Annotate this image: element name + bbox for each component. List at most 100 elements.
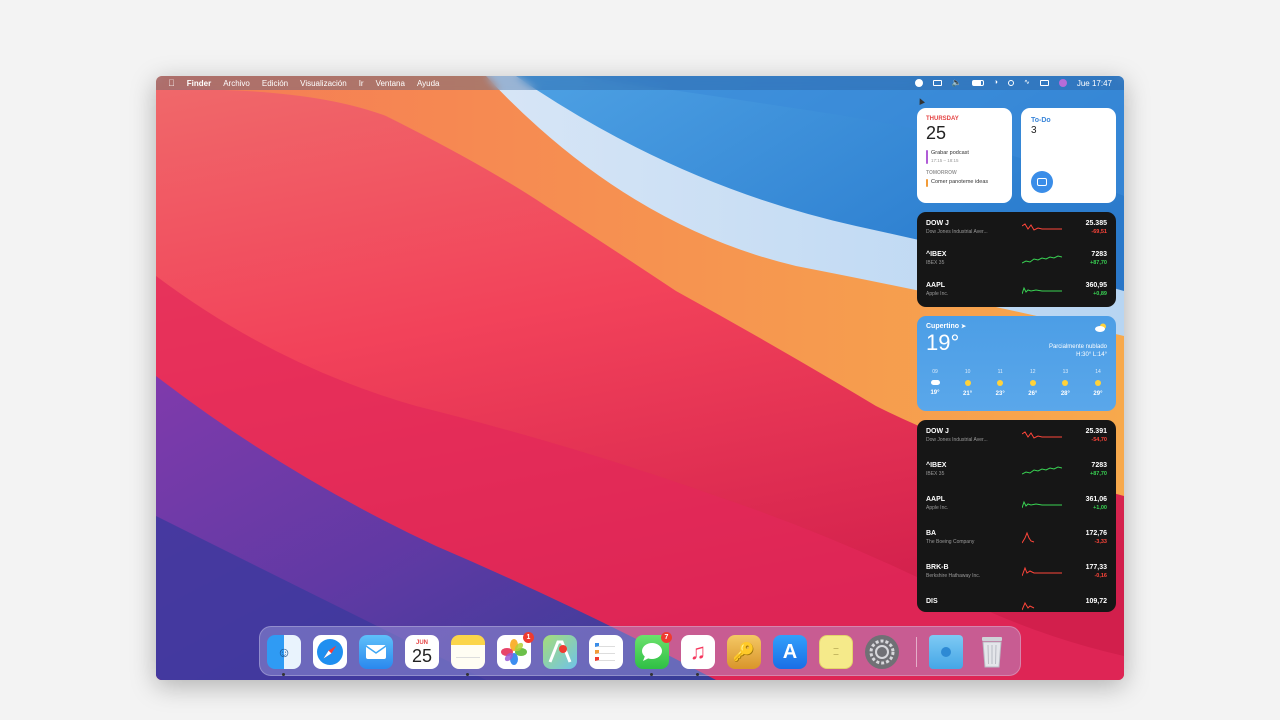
dock-system-preferences[interactable] [865, 635, 899, 669]
stock-sparkline [1022, 223, 1062, 231]
stock-change: -54,70 [1091, 437, 1107, 443]
stock-sparkline [1022, 566, 1062, 577]
stock-price: 7283 [1091, 251, 1107, 258]
calendar-event[interactable]: Grabar podcast 17:15 – 18:15 [926, 150, 1003, 164]
stock-symbol: BA [926, 530, 937, 537]
menu-bar:  Finder Archivo Edición Visualización I… [156, 76, 1124, 90]
dock-stickies[interactable]: — — [819, 635, 853, 669]
stocks-widget-large[interactable]: DOW J Dow Jones Industrial Aver... 25.39… [917, 420, 1116, 612]
todo-widget-count: 3 [1031, 125, 1037, 136]
stock-change: +87,70 [1090, 260, 1107, 266]
menu-visualizacion[interactable]: Visualización [300, 79, 347, 88]
siri-icon[interactable]: ∿ [1024, 79, 1030, 87]
calendar-widget-day: THURSDAY [926, 116, 959, 122]
airplay-display-icon[interactable] [932, 80, 942, 86]
siri-orb-icon[interactable] [1058, 79, 1067, 87]
menu-archivo[interactable]: Archivo [223, 79, 250, 88]
calendar-widget-date: 25 [926, 123, 947, 143]
todo-app-icon[interactable] [1031, 171, 1053, 193]
control-center-icon[interactable] [1039, 80, 1049, 86]
menu-ayuda[interactable]: Ayuda [417, 79, 440, 88]
stock-row[interactable]: DOW J Dow Jones Industrial Aver... 25.38… [926, 216, 1107, 247]
dock-app-store[interactable]: A [773, 635, 807, 669]
stock-sparkline [1022, 286, 1062, 295]
stock-name: Dow Jones Industrial Aver... [926, 437, 988, 443]
stock-name: Apple Inc. [926, 505, 949, 511]
dock-reminders[interactable] [589, 635, 623, 669]
stock-name: Apple Inc. [926, 291, 949, 297]
dock-maps[interactable] [543, 635, 577, 669]
forecast-hour: 11 23° [995, 369, 1005, 397]
weather-high-low: H:30° L:14° [1076, 352, 1107, 358]
weather-widget[interactable]: Cupertino ➤ 19° Parcialmente nublado H:3… [917, 316, 1116, 411]
menu-edicion[interactable]: Edición [262, 79, 288, 88]
stickies-icon: — — [833, 646, 839, 658]
wifi-icon[interactable]: ◑ [994, 79, 998, 87]
stock-row[interactable]: DOW J Dow Jones Industrial Aver... 25.39… [926, 424, 1107, 458]
stock-name: The Boeing Company [926, 539, 975, 545]
spotlight-search-icon[interactable] [1007, 80, 1014, 86]
dock-messages[interactable]: 7 [635, 632, 672, 669]
stock-row[interactable]: ^IBEX IBEX 35 7283 +87,70 [926, 458, 1107, 492]
app-store-icon: A [782, 641, 798, 663]
stock-row[interactable]: BA The Boeing Company 172,76 -3,33 [926, 526, 1107, 560]
stock-row[interactable]: AAPL Apple Inc. 360,95 +0,89 [926, 278, 1107, 307]
record-status-icon[interactable] [914, 79, 923, 87]
calendar-event-time: 17:15 – 18:15 [931, 158, 959, 163]
dock-photos[interactable]: 1 [497, 632, 534, 669]
stock-symbol: DIS [926, 598, 938, 605]
menu-ventana[interactable]: Ventana [376, 79, 405, 88]
forecast-hour: 12 26° [1028, 369, 1038, 397]
menu-ir[interactable]: Ir [359, 79, 364, 88]
dock-keychain[interactable]: 🔑 [727, 635, 761, 669]
messages-icon [642, 643, 662, 661]
calendar-event[interactable]: Comer panoteme ideas [926, 179, 1003, 187]
sun-icon [1094, 380, 1101, 386]
stock-name: Berkshire Hathaway Inc. [926, 573, 981, 579]
dock-music[interactable]: ♫ [681, 635, 715, 669]
calendar-widget[interactable]: THURSDAY 25 Grabar podcast 17:15 – 18:15… [917, 108, 1012, 203]
stock-price: 361,06 [1085, 496, 1107, 503]
stock-name: IBEX 35 [926, 471, 945, 477]
menu-clock[interactable]: Jue 17:47 [1077, 79, 1112, 88]
dock-safari[interactable] [313, 635, 347, 669]
safari-icon [317, 639, 343, 665]
calendar-icon-day: 25 [411, 646, 433, 666]
forecast-hour: 14 29° [1093, 369, 1103, 397]
dock-notes[interactable] [451, 635, 485, 669]
todo-widget[interactable]: To-Do 3 [1021, 108, 1116, 203]
stock-row[interactable]: AAPL Apple Inc. 361,06 +1,00 [926, 492, 1107, 526]
dock-calendar[interactable]: JUN 25 [405, 635, 439, 669]
weather-condition: Parcialmente nublado H:30° L:14° [1049, 343, 1107, 359]
stock-row[interactable]: ^IBEX IBEX 35 7283 +87,70 [926, 247, 1107, 278]
stock-sparkline [1022, 601, 1035, 611]
downloads-folder-icon [941, 647, 951, 657]
stock-sparkline [1022, 431, 1062, 439]
menu-app-name[interactable]: Finder [187, 79, 211, 88]
dock-mail[interactable] [359, 635, 393, 669]
mail-icon [365, 645, 387, 659]
stock-row[interactable]: DIS 109,72 [926, 594, 1107, 612]
dock-trash[interactable] [975, 635, 1009, 669]
apple-menu-icon[interactable]:  [168, 78, 175, 88]
forecast-hour: 10 21° [963, 369, 973, 397]
trash-icon [982, 637, 1002, 668]
sun-icon [997, 380, 1004, 386]
todo-widget-title: To-Do [1031, 117, 1051, 124]
stock-row[interactable]: BRK-B Berkshire Hathaway Inc. 177,33 -0,… [926, 560, 1107, 594]
battery-icon[interactable] [971, 80, 984, 86]
sun-icon [964, 380, 971, 386]
dock-downloads[interactable] [929, 635, 963, 669]
stock-sparkline [1022, 255, 1062, 264]
stock-symbol: AAPL [926, 282, 946, 289]
stocks-widget-small[interactable]: DOW J Dow Jones Industrial Aver... 25.38… [917, 212, 1116, 307]
stock-price: 25.391 [1085, 428, 1107, 435]
desktop-screen:  Finder Archivo Edición Visualización I… [156, 76, 1124, 680]
dock-finder[interactable]: ☺ [267, 635, 301, 669]
stock-sparkline [1022, 500, 1062, 509]
volume-icon[interactable]: 🔈 [952, 79, 962, 87]
stock-change: -3,33 [1094, 539, 1107, 545]
calendar-event-title: Grabar podcast [931, 150, 969, 156]
weather-city: Cupertino ➤ [926, 323, 967, 330]
stock-symbol: AAPL [926, 496, 946, 503]
